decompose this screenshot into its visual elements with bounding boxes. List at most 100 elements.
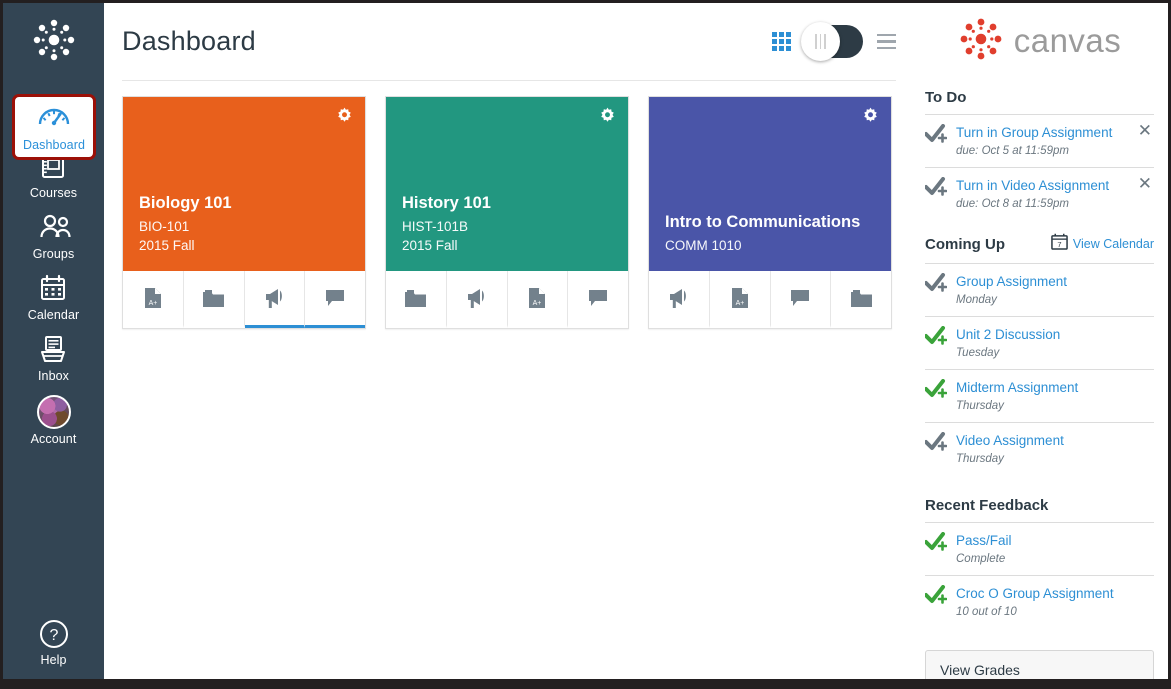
inbox-tray-icon [38,334,70,366]
todo-item-link[interactable]: Turn in Group Assignment [956,124,1127,141]
canvas-ring-logo-icon [958,16,1004,67]
gear-icon[interactable] [336,107,353,124]
dashboard-gauge-icon [38,103,70,135]
course-action-files[interactable] [386,271,447,328]
coming-up-item-link[interactable]: Unit 2 Discussion [956,326,1154,343]
course-card-actions: A+ [649,271,891,328]
gear-icon[interactable] [599,107,616,124]
course-action-discussions[interactable] [771,271,832,328]
course-action-assignments[interactable]: A+ [123,271,184,328]
coming-up-item-link[interactable]: Midterm Assignment [956,379,1154,396]
dashboard-view-controls [772,25,896,58]
calendar-icon [38,273,70,305]
coming-up-item-day: Monday [956,294,997,306]
course-action-files[interactable] [831,271,891,328]
course-action-assignments[interactable]: A+ [508,271,569,328]
course-card-title: Intro to Communications [665,212,875,233]
coming-up-item-link[interactable]: Video Assignment [956,432,1154,449]
course-card-title: Biology 101 [139,193,349,214]
assignment-check-icon [925,585,947,610]
list-item[interactable]: Turn in Video Assignment due: Oct 8 at 1… [925,168,1154,220]
dashboard-right-sidebar: canvas To Do Turn in Group Assignment du… [911,3,1168,686]
coming-up-item-day: Tuesday [956,347,999,359]
course-action-announcements[interactable] [649,271,710,328]
list-item[interactable]: Midterm Assignment Thursday [925,370,1154,423]
course-action-files[interactable] [184,271,245,328]
list-view-icon[interactable] [877,34,896,50]
groups-people-icon [38,212,70,244]
assignment-check-icon [925,326,947,351]
feedback-item-link[interactable]: Pass/Fail [956,532,1154,549]
dashboard-header: Dashboard [122,3,896,81]
list-item[interactable]: Group Assignment Monday [925,264,1154,317]
recent-feedback-heading: Recent Feedback [925,497,1154,514]
svg-text:7: 7 [1057,240,1061,249]
course-action-announcements[interactable] [245,271,306,328]
course-card[interactable]: Intro to Communications COMM 1010 [648,96,892,329]
todo-item-link[interactable]: Turn in Video Assignment [956,177,1127,194]
course-action-discussions[interactable] [305,271,365,328]
svg-text:A+: A+ [735,300,744,307]
view-calendar-label: View Calendar [1073,237,1154,251]
assignment-check-icon [925,532,947,557]
sidebar-item-account[interactable]: Account [3,388,104,451]
feedback-item-link[interactable]: Croc O Group Assignment [956,585,1154,602]
course-card-code: BIO-101 [139,217,349,236]
view-calendar-link[interactable]: 7 View Calendar [1051,233,1154,255]
course-card-code: COMM 1010 [665,236,875,255]
svg-text:A+: A+ [148,300,157,307]
assignment-check-icon [925,124,947,149]
list-item[interactable]: Turn in Group Assignment due: Oct 5 at 1… [925,115,1154,168]
course-card-term: 2015 Fall [139,236,349,255]
canvas-logo-icon[interactable] [31,17,77,68]
course-cards-grid: Biology 101 BIO-101 2015 Fall A+ [104,81,914,329]
page-title: Dashboard [122,26,256,57]
sidebar-item-inbox[interactable]: Inbox [3,327,104,388]
sidebar-item-help[interactable]: ? Help [3,611,104,672]
sidebar-item-label: Inbox [38,369,69,383]
canvas-wordmark: canvas [1014,22,1122,60]
list-item[interactable]: Pass/Fail Complete [925,523,1154,576]
close-icon[interactable]: ✕ [1136,177,1154,191]
help-question-icon: ? [38,618,70,650]
course-action-discussions[interactable] [568,271,628,328]
course-card-actions: A+ [123,271,365,328]
canvas-brand: canvas [925,3,1154,79]
todo-item-due: due: Oct 5 at 11:59pm [956,145,1069,157]
course-action-assignments[interactable]: A+ [710,271,771,328]
assignment-check-icon [925,379,947,404]
list-item[interactable]: Unit 2 Discussion Tuesday [925,317,1154,370]
dashboard-view-toggle[interactable] [803,25,863,58]
sidebar-item-dashboard[interactable]: Dashboard [12,94,96,160]
list-item[interactable]: Video Assignment Thursday [925,423,1154,475]
assignment-check-icon [925,432,947,457]
gear-icon[interactable] [862,107,879,124]
sidebar-item-label: Dashboard [23,138,85,152]
course-card[interactable]: Biology 101 BIO-101 2015 Fall A+ [122,96,366,329]
coming-up-item-day: Thursday [956,453,1004,465]
course-action-announcements[interactable] [447,271,508,328]
course-card-header[interactable]: Intro to Communications COMM 1010 [649,97,891,271]
grid-view-icon[interactable] [772,32,791,51]
toggle-knob [801,22,840,61]
svg-text:?: ? [49,627,58,644]
course-card-header[interactable]: History 101 HIST-101B 2015 Fall [386,97,628,271]
coming-up-item-link[interactable]: Group Assignment [956,273,1154,290]
list-item[interactable]: Croc O Group Assignment 10 out of 10 [925,576,1154,628]
course-card[interactable]: History 101 HIST-101B 2015 Fall [385,96,629,329]
svg-text:A+: A+ [533,300,542,307]
recent-feedback-list: Pass/Fail Complete Croc O Group Assignme… [925,522,1154,628]
sidebar-item-label: Help [40,653,66,667]
course-card-title: History 101 [402,193,612,214]
close-icon[interactable]: ✕ [1136,124,1154,138]
feedback-item-score: Complete [956,553,1005,565]
assignment-check-icon [925,273,947,298]
sidebar-item-calendar[interactable]: Calendar [3,266,104,327]
course-card-actions: A+ [386,271,628,328]
sidebar-item-groups[interactable]: Groups [3,205,104,266]
todo-list: Turn in Group Assignment due: Oct 5 at 1… [925,114,1154,220]
course-card-header[interactable]: Biology 101 BIO-101 2015 Fall [123,97,365,271]
coming-up-header: Coming Up 7 View Calendar [925,233,1154,255]
avatar [37,395,71,429]
window-bottom-bar [3,679,1168,686]
